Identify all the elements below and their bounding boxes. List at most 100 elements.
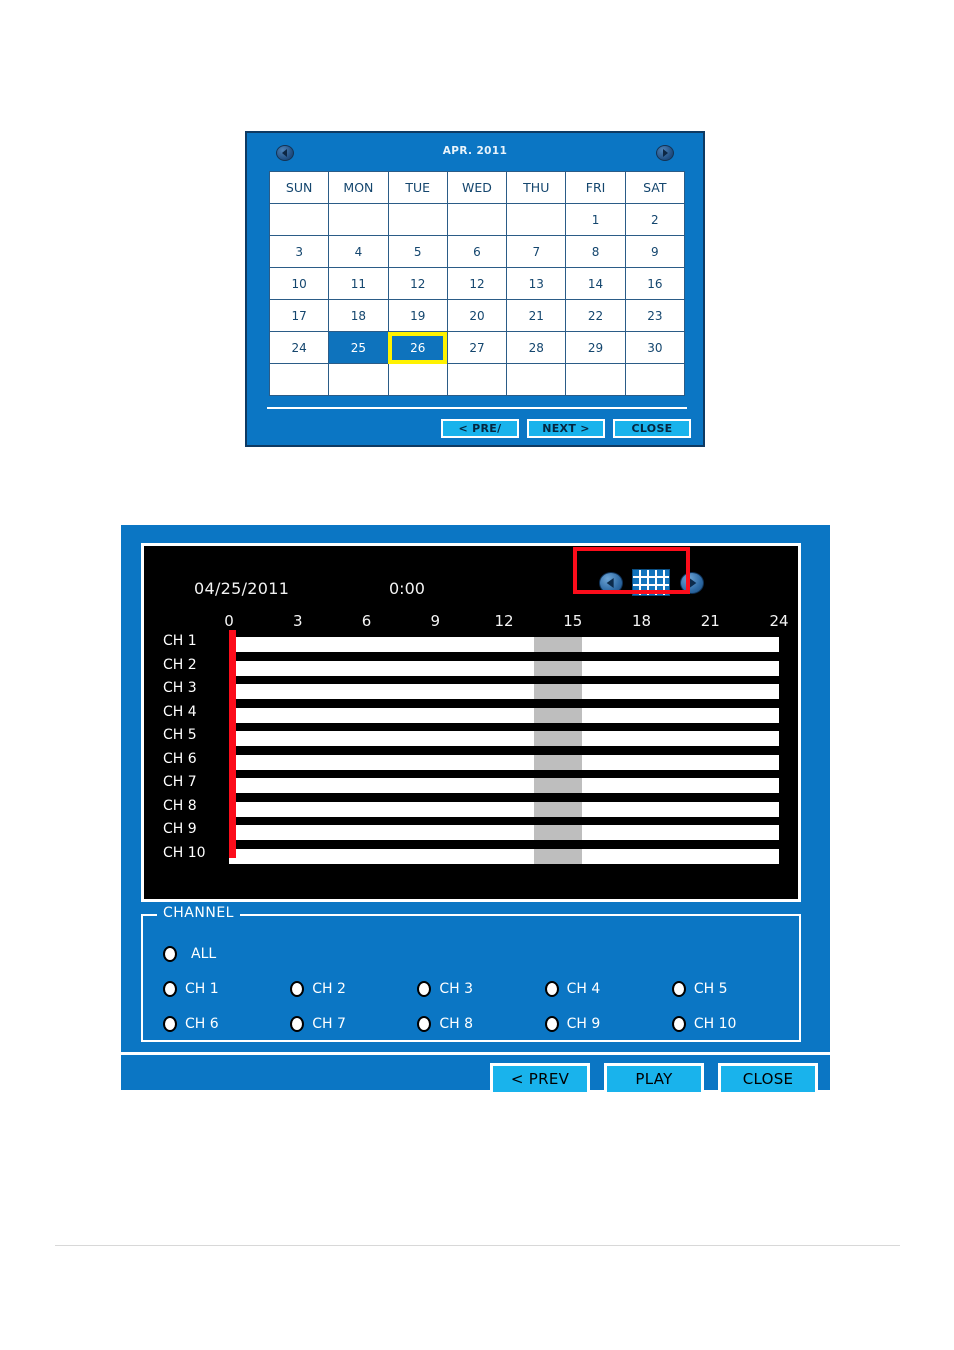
radio-option-ch10[interactable]: CH 10 bbox=[671, 1016, 799, 1032]
timeline-recorded-segment[interactable] bbox=[533, 731, 582, 746]
calendar-day-cell[interactable]: 16 bbox=[624, 267, 686, 300]
calendar-day-cell[interactable]: 20 bbox=[446, 299, 508, 332]
search-prev-button[interactable]: < PREV bbox=[490, 1063, 590, 1095]
calendar-day-cell[interactable]: 24 bbox=[268, 331, 330, 364]
timeline-track[interactable] bbox=[229, 707, 779, 723]
calendar-day-cell-focused[interactable]: 26 bbox=[387, 331, 448, 364]
calendar-week-row: 10 11 12 12 13 14 16 bbox=[268, 267, 686, 300]
calendar-day-cell[interactable]: 10 bbox=[268, 267, 330, 300]
calendar-day-cell[interactable]: 7 bbox=[506, 235, 567, 268]
calendar-day-cell[interactable] bbox=[387, 203, 448, 236]
timeline-row[interactable]: CH 1 bbox=[163, 634, 779, 656]
timeline-row[interactable]: CH 9 bbox=[163, 822, 779, 844]
calendar-day-cell[interactable]: 28 bbox=[506, 331, 567, 364]
radio-option-ch1[interactable]: CH 1 bbox=[163, 981, 290, 997]
calendar-day-cell[interactable]: 29 bbox=[565, 331, 626, 364]
calendar-day-cell[interactable] bbox=[387, 363, 448, 396]
weekday-header: SAT bbox=[624, 171, 686, 204]
calendar-day-cell[interactable]: 4 bbox=[328, 235, 389, 268]
timeline-prev-day-button[interactable] bbox=[599, 572, 623, 594]
timeline-row[interactable]: CH 8 bbox=[163, 798, 779, 821]
timeline-row[interactable]: CH 2 bbox=[163, 657, 779, 680]
radio-option-ch7[interactable]: CH 7 bbox=[290, 1016, 417, 1032]
timeline-recorded-segment[interactable] bbox=[533, 707, 582, 723]
calendar-day-cell[interactable]: 3 bbox=[268, 235, 330, 268]
search-play-button[interactable]: PLAY bbox=[604, 1063, 704, 1095]
radio-label: CH 1 bbox=[185, 981, 219, 997]
calendar-day-cell[interactable] bbox=[506, 363, 567, 396]
calendar-day-cell[interactable]: 5 bbox=[387, 235, 448, 268]
radio-label: CH 8 bbox=[439, 1016, 474, 1032]
calendar-prev-button[interactable]: < PRE/ bbox=[441, 419, 519, 438]
timeline-row[interactable]: CH 3 bbox=[163, 681, 779, 703]
calendar-day-cell[interactable]: 11 bbox=[328, 267, 389, 300]
timeline-recorded-segment[interactable] bbox=[533, 825, 582, 840]
calendar-next-month-button[interactable] bbox=[656, 145, 674, 161]
timeline-track[interactable] bbox=[229, 848, 779, 864]
radio-option-ch6[interactable]: CH 6 bbox=[163, 1016, 290, 1032]
radio-option-ch9[interactable]: CH 9 bbox=[544, 1016, 672, 1032]
calendar-close-button[interactable]: CLOSE bbox=[613, 419, 691, 438]
timeline-track[interactable] bbox=[229, 825, 779, 840]
calendar-day-cell[interactable]: 8 bbox=[565, 235, 626, 268]
radio-option-ch8[interactable]: CH 8 bbox=[417, 1016, 544, 1032]
timeline-track[interactable] bbox=[229, 731, 779, 746]
calendar-day-cell[interactable] bbox=[624, 363, 686, 396]
radio-option-ch5[interactable]: CH 5 bbox=[671, 981, 799, 997]
radio-option-all[interactable]: ALL bbox=[163, 946, 291, 962]
calendar-day-cell[interactable]: 1 bbox=[565, 203, 626, 236]
timeline-track[interactable] bbox=[229, 684, 779, 699]
timeline-row[interactable]: CH 10 bbox=[163, 845, 779, 868]
timeline-row[interactable]: CH 6 bbox=[163, 751, 779, 774]
timeline-track[interactable] bbox=[229, 660, 779, 676]
calendar-day-cell[interactable]: 27 bbox=[446, 331, 508, 364]
timeline-next-day-button[interactable] bbox=[680, 572, 704, 594]
calendar-day-cell[interactable] bbox=[446, 363, 508, 396]
calendar-day-cell[interactable]: 12 bbox=[446, 267, 508, 300]
timeline-track[interactable] bbox=[229, 778, 779, 793]
timeline-recorded-segment[interactable] bbox=[533, 778, 582, 793]
timeline-track[interactable] bbox=[229, 637, 779, 652]
calendar-day-cell[interactable]: 6 bbox=[446, 235, 508, 268]
calendar-day-cell[interactable] bbox=[328, 363, 389, 396]
calendar-day-cell[interactable] bbox=[268, 363, 330, 396]
ruler-tick: 15 bbox=[563, 612, 583, 630]
timeline-track[interactable] bbox=[229, 754, 779, 770]
timeline-row[interactable]: CH 4 bbox=[163, 704, 779, 727]
radio-option-ch3[interactable]: CH 3 bbox=[417, 981, 544, 997]
timeline-recorded-segment[interactable] bbox=[533, 801, 582, 817]
timeline-playhead[interactable] bbox=[229, 630, 236, 858]
calendar-day-cell[interactable]: 18 bbox=[328, 299, 389, 332]
radio-option-ch4[interactable]: CH 4 bbox=[544, 981, 672, 997]
calendar-day-cell-selected[interactable]: 25 bbox=[328, 331, 389, 364]
calendar-day-cell[interactable]: 22 bbox=[565, 299, 626, 332]
timeline-recorded-segment[interactable] bbox=[533, 754, 582, 770]
timeline-recorded-segment[interactable] bbox=[533, 848, 582, 864]
calendar-day-cell[interactable]: 17 bbox=[268, 299, 330, 332]
calendar-day-cell[interactable]: 30 bbox=[624, 331, 686, 364]
calendar-day-cell[interactable]: 21 bbox=[506, 299, 567, 332]
calendar-grid-icon[interactable] bbox=[632, 569, 670, 596]
calendar-day-cell[interactable]: 14 bbox=[565, 267, 626, 300]
timeline-row[interactable]: CH 7 bbox=[163, 775, 779, 797]
calendar-day-cell[interactable] bbox=[446, 203, 508, 236]
calendar-day-cell[interactable] bbox=[506, 203, 567, 236]
calendar-day-cell[interactable]: 23 bbox=[624, 299, 686, 332]
timeline-recorded-segment[interactable] bbox=[533, 660, 582, 676]
timeline-recorded-segment[interactable] bbox=[533, 637, 582, 652]
weekday-header: THU bbox=[506, 171, 567, 204]
search-close-button[interactable]: CLOSE bbox=[718, 1063, 818, 1095]
calendar-day-cell[interactable] bbox=[268, 203, 330, 236]
calendar-day-cell[interactable] bbox=[565, 363, 626, 396]
timeline-row[interactable]: CH 5 bbox=[163, 728, 779, 750]
timeline-recorded-segment[interactable] bbox=[533, 684, 582, 699]
calendar-day-cell[interactable]: 13 bbox=[506, 267, 567, 300]
radio-option-ch2[interactable]: CH 2 bbox=[290, 981, 417, 997]
calendar-day-cell[interactable]: 12 bbox=[387, 267, 448, 300]
calendar-day-cell[interactable]: 2 bbox=[624, 203, 686, 236]
calendar-day-cell[interactable]: 19 bbox=[387, 299, 448, 332]
calendar-next-button[interactable]: NEXT > bbox=[527, 419, 605, 438]
timeline-track[interactable] bbox=[229, 801, 779, 817]
calendar-day-cell[interactable]: 9 bbox=[624, 235, 686, 268]
calendar-day-cell[interactable] bbox=[328, 203, 389, 236]
